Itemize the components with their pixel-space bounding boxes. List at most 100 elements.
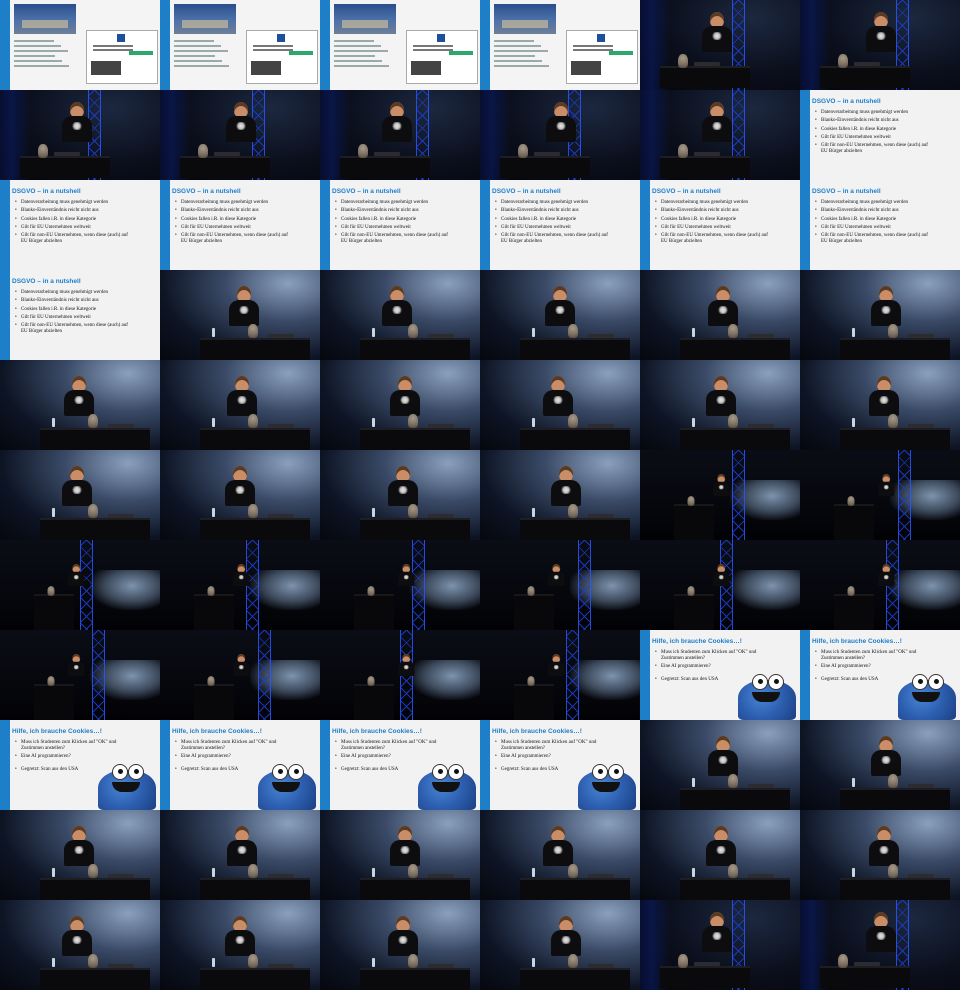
- plush-toy: [568, 864, 578, 878]
- slide-title: Hilfe, ich brauche Cookies…!: [12, 728, 102, 735]
- plush-toy: [687, 586, 695, 596]
- laptop: [588, 964, 614, 968]
- laptop: [908, 784, 934, 788]
- plush-toy: [888, 864, 898, 878]
- green-button: [289, 51, 313, 55]
- lectern: [200, 338, 310, 360]
- cookie-eye: [128, 764, 144, 780]
- plush-toy: [678, 954, 688, 968]
- thumbnail-stage-lit: [160, 90, 320, 180]
- plush-toy: [527, 676, 535, 686]
- water-bottle: [852, 778, 855, 787]
- podium: [34, 684, 74, 720]
- shirt-print: [237, 665, 245, 670]
- shirt-print: [391, 122, 403, 130]
- laptop: [108, 874, 134, 878]
- laptop: [748, 334, 774, 338]
- lectern: [680, 878, 790, 900]
- laptop: [214, 152, 240, 156]
- shirt-print: [234, 936, 246, 944]
- laptop: [268, 964, 294, 968]
- lighting-truss: [578, 540, 591, 630]
- slide-bullet: Gilt für non-EU Unternehmen, wenn diese …: [15, 233, 133, 244]
- thumbnail-stage-lit: [0, 90, 160, 180]
- slide-bullet: Gilt für EU Unternehmen weltweit: [15, 315, 133, 321]
- laptop: [54, 152, 80, 156]
- slide-title: Hilfe, ich brauche Cookies…!: [492, 728, 582, 735]
- laptop: [268, 514, 294, 518]
- thumbnail-close: [800, 810, 960, 900]
- plush-toy: [38, 144, 48, 158]
- slide-title: DSGVO – in a nutshell: [812, 98, 881, 105]
- water-bottle: [212, 958, 215, 967]
- shirt-print: [880, 306, 892, 314]
- laptop: [268, 334, 294, 338]
- laptop: [748, 424, 774, 428]
- shirt-print: [878, 396, 890, 404]
- laptop: [854, 962, 880, 966]
- slide-bullet: Blanko-Einverständnis reicht nicht aus: [175, 208, 293, 214]
- slide-bullet: Gilt für non-EU Unternehmen, wenn diese …: [815, 233, 933, 244]
- slide-sidebar: [160, 0, 170, 90]
- water-bottle: [852, 868, 855, 877]
- shirt-print: [560, 486, 572, 494]
- laptop: [854, 62, 880, 66]
- water-bottle: [532, 328, 535, 337]
- laptop: [694, 62, 720, 66]
- thumbnail-wide: [0, 540, 160, 630]
- lectern: [840, 788, 950, 810]
- lighting-truss: [898, 450, 911, 540]
- thumbnail-cookies: Hilfe, ich brauche Cookies…! Muss ich Stu…: [320, 720, 480, 810]
- lectern: [40, 518, 150, 540]
- podium: [674, 594, 714, 630]
- slide-bullets: Datenverarbeitung muss genehmigt werden B…: [812, 110, 933, 157]
- shirt-print: [402, 575, 410, 580]
- shirt-print: [73, 396, 85, 404]
- thumbnail-title: [320, 0, 480, 90]
- slide-bullet: Blanko-Einverständnis reicht nicht aus: [655, 208, 773, 214]
- thumbnail-close: [800, 360, 960, 450]
- podium: [34, 594, 74, 630]
- slide-bullets: Datenverarbeitung muss genehmigt werden B…: [12, 200, 133, 247]
- cookie-monster-image: [418, 758, 476, 810]
- slide-bullet: Gilt für EU Unternehmen weltweit: [495, 225, 613, 231]
- podium: [194, 594, 234, 630]
- laptop: [908, 334, 934, 338]
- slide-bullet: Muss ich Studenten zum Klicken auf "OK" …: [15, 740, 121, 751]
- slide-bullet: Gilt für EU Unternehmen weltweit: [15, 225, 133, 231]
- thumbnail-wide: [640, 450, 800, 540]
- text-line: [413, 49, 453, 51]
- slide-text-lines: [14, 40, 74, 70]
- water-bottle: [212, 418, 215, 427]
- screen-glow: [730, 570, 800, 610]
- screen-glow: [410, 660, 480, 700]
- water-bottle: [692, 868, 695, 877]
- thumbnail-wide: [160, 540, 320, 630]
- laptop: [534, 152, 560, 156]
- plush-toy: [568, 324, 578, 338]
- banner-photo: [494, 4, 556, 34]
- slide-bullet: Gilt für EU Unternehmen weltweit: [335, 225, 453, 231]
- plush-toy: [207, 676, 215, 686]
- lectern: [660, 66, 750, 88]
- thumbnail-cookies: Hilfe, ich brauche Cookies…! Muss ich Stu…: [480, 720, 640, 810]
- water-bottle: [212, 328, 215, 337]
- shirt-print: [717, 485, 725, 490]
- laptop: [108, 424, 134, 428]
- slide-bullet: Gilt für non-EU Unternehmen, wenn diese …: [15, 323, 133, 334]
- plush-toy: [728, 414, 738, 428]
- slide-bullet: Datenverarbeitung muss genehmigt werden: [655, 200, 773, 206]
- lectern: [360, 518, 470, 540]
- slide-bullets: Datenverarbeitung muss genehmigt werden B…: [172, 200, 293, 247]
- slide-title: DSGVO – in a nutshell: [812, 188, 881, 195]
- slide-sidebar: [0, 180, 10, 270]
- podium: [834, 594, 874, 630]
- banner-photo: [174, 4, 236, 34]
- plush-toy: [248, 324, 258, 338]
- text-line: [253, 49, 293, 51]
- lectern: [40, 428, 150, 450]
- plush-toy: [47, 676, 55, 686]
- webpage-image: [251, 61, 281, 75]
- thumbnail-dsgvo: DSGVO – in a nutshell Datenverarbeitung m…: [320, 180, 480, 270]
- thumbnail-stage-lit: [640, 900, 800, 990]
